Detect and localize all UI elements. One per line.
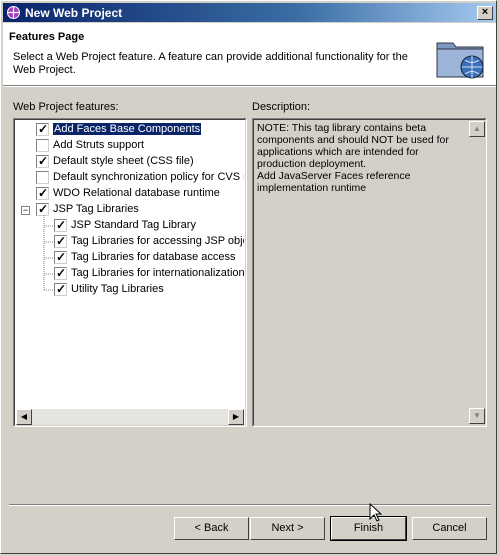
dialog-window: New Web Project × Features Page Select a…	[0, 0, 497, 554]
scroll-right-button[interactable]: ▶	[228, 409, 244, 425]
horizontal-scrollbar[interactable]	[16, 409, 244, 425]
scroll-up-button[interactable]: ▲	[469, 121, 485, 137]
page-title: Features Page	[9, 31, 85, 43]
feature-label: Tag Libraries for internationalization	[71, 267, 244, 279]
page-description: Select a Web Project feature. A feature …	[13, 51, 408, 76]
vertical-scrollbar[interactable]	[469, 121, 485, 424]
next-button[interactable]: Next >	[250, 517, 325, 540]
feature-label: WDO Relational database runtime	[53, 187, 220, 199]
app-icon	[7, 6, 20, 19]
header-separator	[3, 86, 496, 87]
feature-label: Add Faces Base Components	[53, 123, 202, 135]
description-text: NOTE: This tag library contains beta com…	[257, 122, 449, 194]
feature-label: Tag Libraries for accessing JSP objec	[71, 235, 244, 247]
features-label: Web Project features:	[13, 101, 119, 113]
button-divider	[9, 504, 491, 506]
close-icon[interactable]: ×	[477, 6, 493, 20]
feature-label: Utility Tag Libraries	[71, 283, 164, 295]
feature-label: Tag Libraries for database access	[71, 251, 236, 263]
title-bar[interactable]: New Web Project ×	[3, 3, 496, 22]
scroll-left-button[interactable]: ◀	[16, 409, 32, 425]
back-button[interactable]: < Back	[174, 517, 249, 540]
scroll-down-button[interactable]: ▼	[469, 408, 485, 424]
window-title: New Web Project	[25, 6, 123, 20]
description-label: Description:	[252, 101, 311, 113]
wizard-header: Features Page Select a Web Project featu…	[3, 23, 496, 86]
mouse-cursor-icon	[369, 503, 383, 522]
features-tree[interactable]: ✓ Add Faces Base Components Add Struts sup…	[13, 118, 247, 427]
cancel-button[interactable]: Cancel	[412, 517, 487, 540]
feature-label: JSP Standard Tag Library	[71, 219, 196, 231]
tree-connector-lines	[43, 215, 53, 291]
feature-label: Default style sheet (CSS file)	[53, 155, 194, 167]
feature-label: Default synchronization policy for CVS r…	[53, 171, 244, 183]
web-project-icon	[436, 42, 484, 79]
description-box[interactable]: NOTE: This tag library contains beta com…	[252, 118, 487, 427]
